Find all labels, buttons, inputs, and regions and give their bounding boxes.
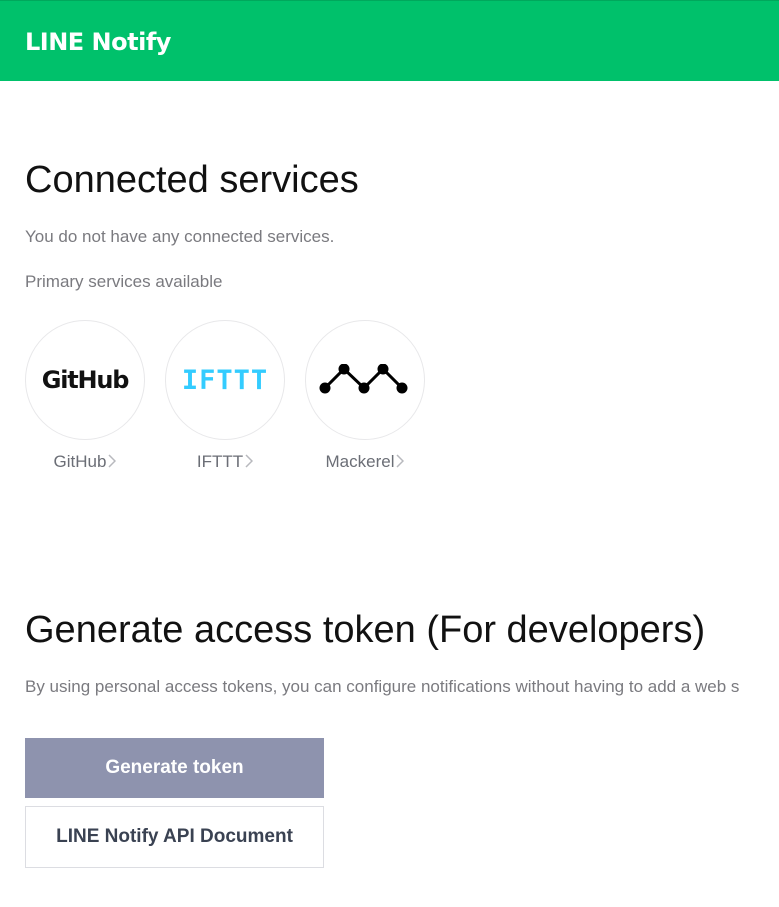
developers-description: By using personal access tokens, you can… (25, 677, 740, 696)
service-label-text: IFTTT (196, 452, 244, 471)
chevron-right-icon (245, 454, 254, 468)
connected-services-title: Connected services (25, 159, 359, 201)
service-github-circle[interactable]: GitHub (25, 320, 145, 440)
service-label-text: Mackerel (325, 452, 395, 471)
generate-token-title: Generate access token (For developers) (25, 609, 706, 651)
app-header: LINE Notify (0, 0, 779, 81)
chevron-right-icon (108, 454, 117, 468)
ifttt-logo-icon: IFTTT (181, 364, 269, 396)
line-notify-logo[interactable]: LINE Notify (25, 27, 171, 57)
generate-token-button[interactable]: Generate token (25, 738, 324, 798)
service-ifttt[interactable]: IFTTT IFTTT (165, 320, 285, 473)
github-logo-icon: GitHub (41, 366, 130, 394)
service-github-label[interactable]: GitHub (25, 451, 145, 473)
no-services-message: You do not have any connected services. (25, 227, 335, 246)
service-mackerel-label[interactable]: Mackerel (305, 451, 425, 473)
service-mackerel-circle[interactable] (305, 320, 425, 440)
mackerel-logo-icon (319, 364, 408, 394)
service-ifttt-label[interactable]: IFTTT (165, 451, 285, 473)
service-mackerel[interactable]: Mackerel (305, 320, 425, 473)
api-document-button[interactable]: LINE Notify API Document (25, 806, 324, 868)
primary-services-label: Primary services available (25, 272, 223, 291)
service-label-text: GitHub (53, 452, 107, 471)
chevron-right-icon (396, 454, 405, 468)
service-ifttt-circle[interactable]: IFTTT (165, 320, 285, 440)
service-github[interactable]: GitHub GitHub (25, 320, 145, 473)
